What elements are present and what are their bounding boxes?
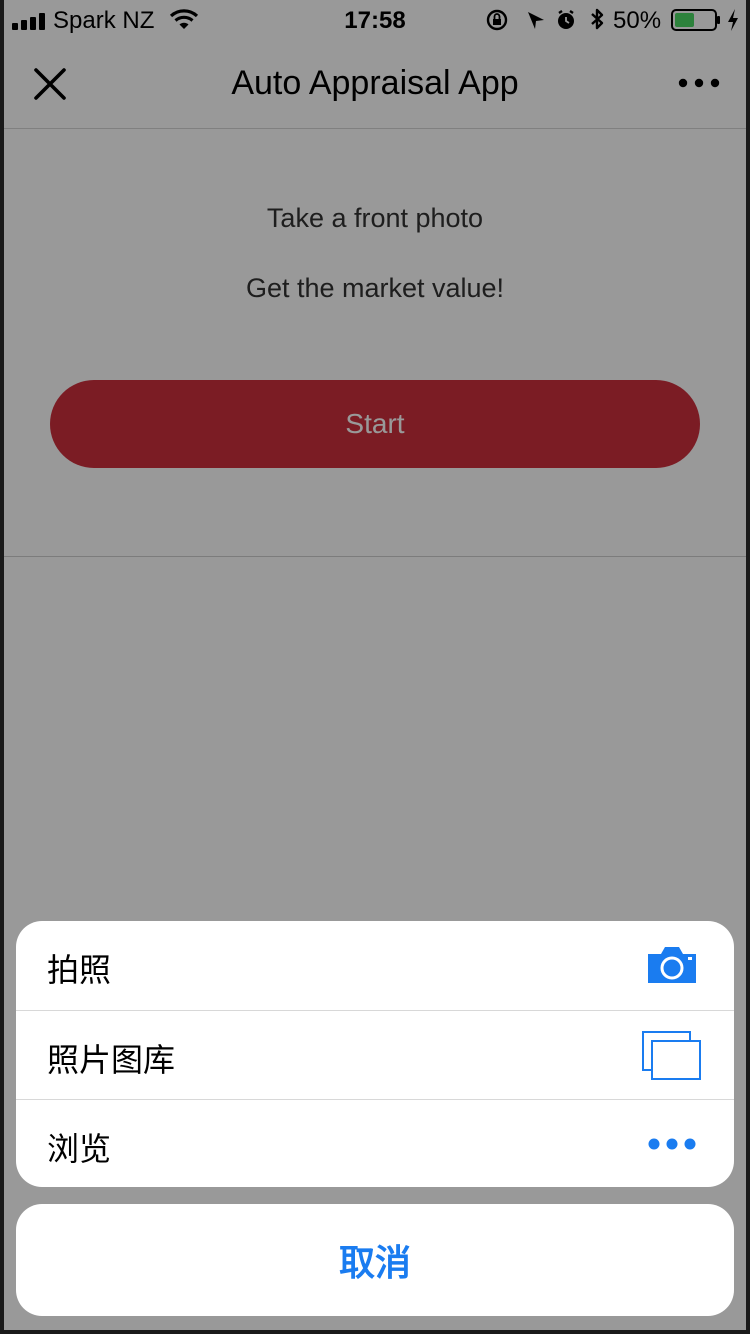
action-sheet: 拍照 照片图库 浏览 bbox=[16, 921, 734, 1187]
photo-library-icon bbox=[642, 1031, 701, 1080]
ellipsis-icon bbox=[648, 1138, 696, 1150]
action-label: 浏览 bbox=[47, 1131, 112, 1167]
action-take-photo[interactable]: 拍照 bbox=[16, 921, 734, 1009]
action-label: 照片图库 bbox=[47, 1042, 176, 1078]
action-label: 拍照 bbox=[47, 952, 112, 988]
camera-icon bbox=[648, 947, 696, 983]
app-screen: Spark NZ 17:58 50% Auto Appraisal App Ta… bbox=[4, 0, 746, 1330]
action-photo-library[interactable]: 照片图库 bbox=[16, 1010, 734, 1099]
cancel-button[interactable]: 取消 bbox=[16, 1204, 734, 1316]
action-browse[interactable]: 浏览 bbox=[16, 1099, 734, 1187]
